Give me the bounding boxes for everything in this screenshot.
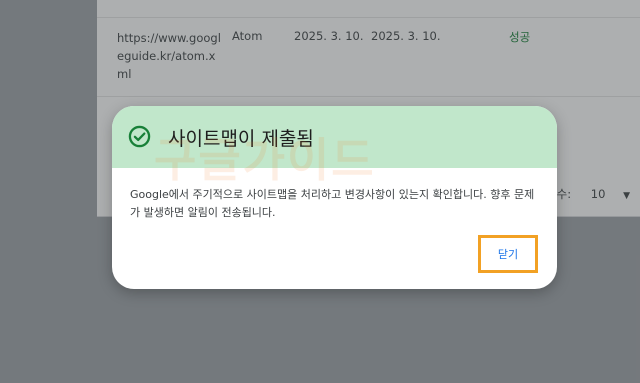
- dialog-header: 사이트맵이 제출됨: [112, 106, 557, 168]
- dialog-message: Google에서 주기적으로 사이트맵을 처리하고 변경사항이 있는지 확인합니…: [130, 188, 535, 219]
- dialog-title: 사이트맵이 제출됨: [168, 128, 314, 150]
- check-circle-icon: [128, 125, 151, 148]
- sitemap-submitted-dialog: 사이트맵이 제출됨 구글가이드 Google에서 주기적으로 사이트맵을 처리하…: [112, 106, 557, 289]
- close-button[interactable]: 닫기: [478, 235, 538, 273]
